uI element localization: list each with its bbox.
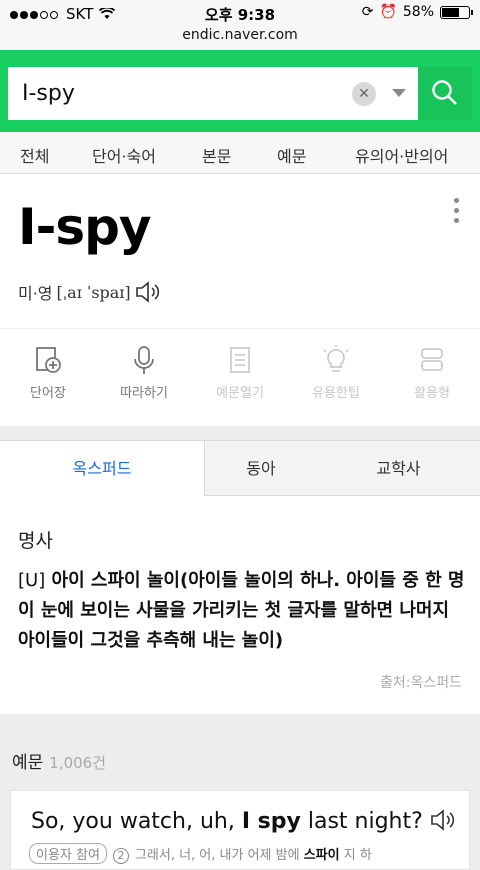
- part-of-speech: 명사: [18, 530, 53, 552]
- example-text: last night?: [300, 809, 423, 834]
- search-button[interactable]: [418, 67, 472, 120]
- chevron-down-icon[interactable]: [392, 89, 406, 97]
- tab-all[interactable]: 전체: [20, 143, 49, 167]
- grammar-mark: [U]: [18, 570, 46, 591]
- definition-text: [U] 아이 스파이 놀이(아이들 놀이의 하나. 아이들 중 한 명이 눈에 …: [18, 566, 468, 656]
- definition-card: 명사 [U] 아이 스파이 놀이(아이들 놀이의 하나. 아이들 중 한 명이 …: [0, 496, 480, 714]
- tab-words-idioms[interactable]: 단어·숙어: [92, 143, 156, 167]
- alarm-icon: ⏰: [379, 4, 397, 20]
- status-bar: SKT 오후 9:38 ⟳ ⏰ 58%: [0, 0, 480, 28]
- translation: 지 하: [339, 848, 372, 863]
- examples-count: 1,006건: [49, 754, 107, 772]
- url-bar[interactable]: endic.naver.com: [0, 28, 480, 50]
- speaker-icon[interactable]: [430, 809, 458, 831]
- document-icon: [230, 347, 250, 373]
- spacer: [0, 426, 480, 440]
- source-credit: 출처:옥스퍼드: [380, 675, 462, 691]
- tool-label: 유용한팁: [312, 386, 360, 401]
- entry-card: I-spy 미·영 [ˌaɪ ˈspaɪ] 단어장 따라하기 예문열기 유용한팁…: [0, 174, 480, 426]
- battery-percent: 58%: [402, 4, 434, 20]
- pron-ipa: [ˌaɪ ˈspaɪ]: [56, 282, 131, 302]
- repeat-button[interactable]: 따라하기: [96, 344, 192, 401]
- example-keyword: I spy: [241, 809, 301, 834]
- lightbulb-icon: [323, 345, 349, 372]
- definition-body: 아이 스파이 놀이(아이들 놀이의 하나. 아이들 중 한 명이 눈에 보이는 …: [18, 570, 465, 651]
- tab-text[interactable]: 본문: [202, 143, 231, 167]
- pronunciation: 미·영 [ˌaɪ ˈspaɪ]: [18, 280, 163, 304]
- dictionary-source-tabs: 옥스퍼드 동아 교학사: [0, 440, 480, 497]
- translation: 그래서, 너, 어, 내가 어제 밤에: [134, 848, 304, 863]
- add-wordbook-icon: [36, 347, 61, 373]
- divider: [0, 328, 480, 329]
- open-examples-button[interactable]: 예문열기: [192, 344, 288, 401]
- tool-label: 따라하기: [120, 386, 168, 401]
- search-input[interactable]: I-spy: [22, 67, 342, 120]
- pron-label: 미·영: [18, 284, 53, 303]
- tab-donga[interactable]: 동아: [205, 441, 317, 496]
- tips-button[interactable]: 유용한팁: [288, 344, 384, 401]
- count-badge: 2: [112, 848, 129, 864]
- conjugation-button[interactable]: 활용형: [384, 344, 480, 401]
- layers-icon: [421, 348, 443, 371]
- rotation-lock-icon: ⟳: [361, 4, 374, 20]
- microphone-icon: [134, 346, 154, 374]
- tab-kyohaksa[interactable]: 교학사: [317, 441, 480, 496]
- tool-label: 단어장: [30, 386, 66, 401]
- tab-examples[interactable]: 예문: [277, 143, 306, 167]
- clear-icon[interactable]: ✕: [352, 82, 376, 106]
- headword: I-spy: [18, 198, 151, 256]
- examples-header: 예문 1,006건: [12, 748, 106, 773]
- example-sentence: So, you watch, uh, I spy last night?: [31, 809, 458, 834]
- search-box: I-spy ✕: [8, 67, 418, 120]
- speaker-icon[interactable]: [135, 281, 163, 303]
- example-card[interactable]: So, you watch, uh, I spy last night? 이용자…: [10, 790, 470, 870]
- battery-icon: [440, 5, 473, 19]
- tool-label: 예문열기: [216, 386, 264, 401]
- tab-oxford[interactable]: 옥스퍼드: [0, 441, 205, 497]
- translation-keyword: 스파이: [303, 848, 340, 863]
- category-tabs: 전체 단어·숙어 본문 예문 유의어·반의어: [0, 132, 480, 174]
- example-text: So, you watch, uh,: [31, 809, 242, 834]
- more-options-icon[interactable]: [454, 198, 460, 228]
- examples-label: 예문: [12, 753, 44, 773]
- wordbook-button[interactable]: 단어장: [0, 344, 96, 401]
- search-icon: [432, 80, 457, 105]
- search-header: I-spy ✕: [0, 50, 480, 132]
- tab-synonyms[interactable]: 유의어·반의어: [355, 143, 448, 167]
- tool-label: 활용형: [414, 386, 450, 401]
